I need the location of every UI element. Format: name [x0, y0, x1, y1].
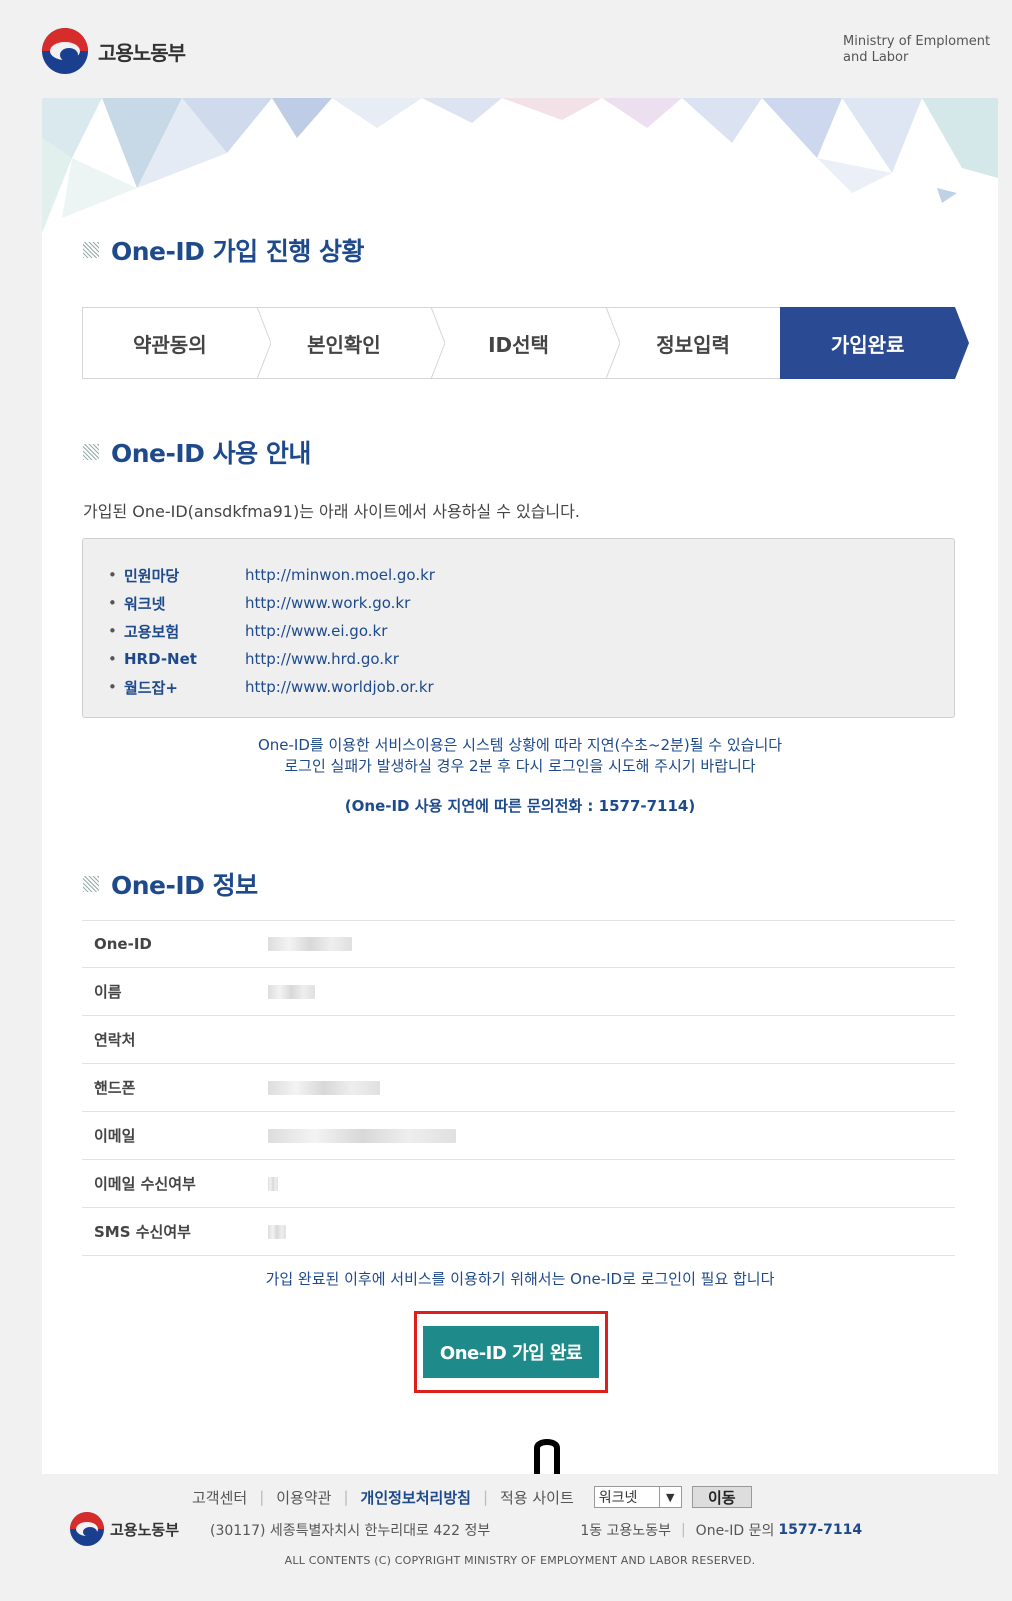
account-info-table: One-ID 이름 연락처 핸드폰 이메일 이메일 수신여부 SMS 수신여부: [82, 920, 955, 1256]
site-link[interactable]: http://www.ei.go.kr: [245, 622, 387, 640]
footer-logo: 고용노동부: [70, 1512, 179, 1546]
step-terms: 약관동의: [82, 307, 271, 379]
usage-intro: 가입된 One-ID(ansdkfma91)는 아래 사이트에서 사용하실 수 …: [83, 502, 580, 521]
footer-link-terms[interactable]: 이용약관: [276, 1487, 331, 1508]
info-row-oneid: One-ID: [82, 920, 955, 968]
step-complete: 가입완료: [780, 307, 969, 379]
logo-text: 고용노동부: [98, 40, 186, 65]
site-link[interactable]: http://www.hrd.go.kr: [245, 650, 399, 668]
site-link[interactable]: http://minwon.moel.go.kr: [245, 566, 435, 584]
delay-notice-line2: 로그인 실패가 발생하실 경우 2분 후 다시 로그인을 시도해 주시기 바랍니…: [284, 757, 756, 775]
site-link[interactable]: http://www.work.go.kr: [245, 594, 410, 612]
site-item: • 민원마당 http://minwon.moel.go.kr: [108, 566, 435, 585]
site-list: • 민원마당 http://minwon.moel.go.kr • 워크넷 ht…: [82, 538, 955, 718]
site-link[interactable]: http://www.worldjob.or.kr: [245, 678, 434, 696]
login-notice: 가입 완료된 이후에 서비스를 이용하기 위해서는 One-ID로 로그인이 필…: [265, 1270, 775, 1288]
chevron-down-icon: ▼: [658, 1487, 681, 1507]
apply-site-label: 적용 사이트: [500, 1488, 574, 1507]
info-row-email: 이메일: [82, 1112, 955, 1160]
step-info-input: 정보입력: [605, 307, 781, 379]
section-mark-icon: [83, 876, 99, 892]
page-footer: 고객센터 | 이용약관 | 개인정보처리방침 | 적용 사이트 워크넷 ▼ 이동…: [42, 1474, 998, 1601]
pointing-hand-icon: [534, 1439, 560, 1474]
footer-link-support[interactable]: 고객센터: [192, 1487, 247, 1508]
footer-link-privacy[interactable]: 개인정보처리방침: [361, 1487, 471, 1508]
step-identity: 본인확인: [256, 307, 446, 379]
step-id-select: ID선택: [431, 307, 620, 379]
site-item: • HRD-Net http://www.hrd.go.kr: [108, 650, 399, 668]
info-row-name: 이름: [82, 968, 955, 1016]
site-item: • 워크넷 http://www.work.go.kr: [108, 594, 411, 613]
redacted-value: [268, 1224, 955, 1239]
main-card: One-ID 가입 진행 상황 약관동의 본인확인 ID선택 정보입력 가입완료…: [42, 98, 998, 1474]
taegeuk-logo-icon: [42, 28, 88, 74]
copyright: ALL CONTENTS (C) COPYRIGHT MINISTRY OF E…: [284, 1554, 756, 1567]
ministry-logo[interactable]: 고용노동부: [42, 28, 186, 74]
progress-section-title: One-ID 가입 진행 상황: [83, 232, 365, 268]
info-row-email-consent: 이메일 수신여부: [82, 1160, 955, 1208]
page-header: 고용노동부 Ministry of Emploment and Labor: [0, 0, 1012, 98]
footer-address: (30117) 세종특별자치시 한누리대로 422 정부 1동 고용노동부 | …: [210, 1522, 863, 1539]
complete-signup-button[interactable]: One-ID 가입 완료: [423, 1326, 599, 1378]
info-row-mobile: 핸드폰: [82, 1064, 955, 1112]
decorative-banner: [42, 98, 998, 233]
site-item: • 월드잡+ http://www.worldjob.or.kr: [108, 678, 434, 697]
ministry-english-name: Ministry of Emploment and Labor: [843, 34, 991, 65]
usage-section-title: One-ID 사용 안내: [83, 434, 311, 470]
delay-notice-phone: (One-ID 사용 지연에 따른 문의전화 : 1577-7114): [344, 797, 696, 815]
go-button[interactable]: 이동: [691, 1486, 752, 1508]
info-row-contact: 연락처: [82, 1016, 955, 1064]
inquiry-phone: 1577-7114: [778, 1522, 863, 1538]
redacted-value: [268, 1080, 955, 1095]
section-mark-icon: [83, 444, 99, 460]
taegeuk-logo-icon: [70, 1512, 104, 1546]
info-row-sms-consent: SMS 수신여부: [82, 1208, 955, 1256]
info-section-title: One-ID 정보: [83, 866, 258, 902]
site-select[interactable]: 워크넷 ▼: [593, 1486, 682, 1508]
footer-links: 고객센터 | 이용약관 | 개인정보처리방침 | 적용 사이트 워크넷 ▼ 이동: [192, 1486, 752, 1508]
redacted-value: [268, 1128, 955, 1143]
redacted-value: [268, 984, 955, 999]
redacted-value: [268, 937, 955, 951]
site-item: • 고용보험 http://www.ei.go.kr: [108, 622, 388, 641]
section-mark-icon: [83, 242, 99, 258]
redacted-value: [268, 1176, 955, 1191]
progress-steps: 약관동의 본인확인 ID선택 정보입력 가입완료: [82, 307, 969, 379]
delay-notice-line1: One-ID를 이용한 서비스이용은 시스템 상황에 따라 지연(수초~2분)될…: [257, 736, 783, 754]
